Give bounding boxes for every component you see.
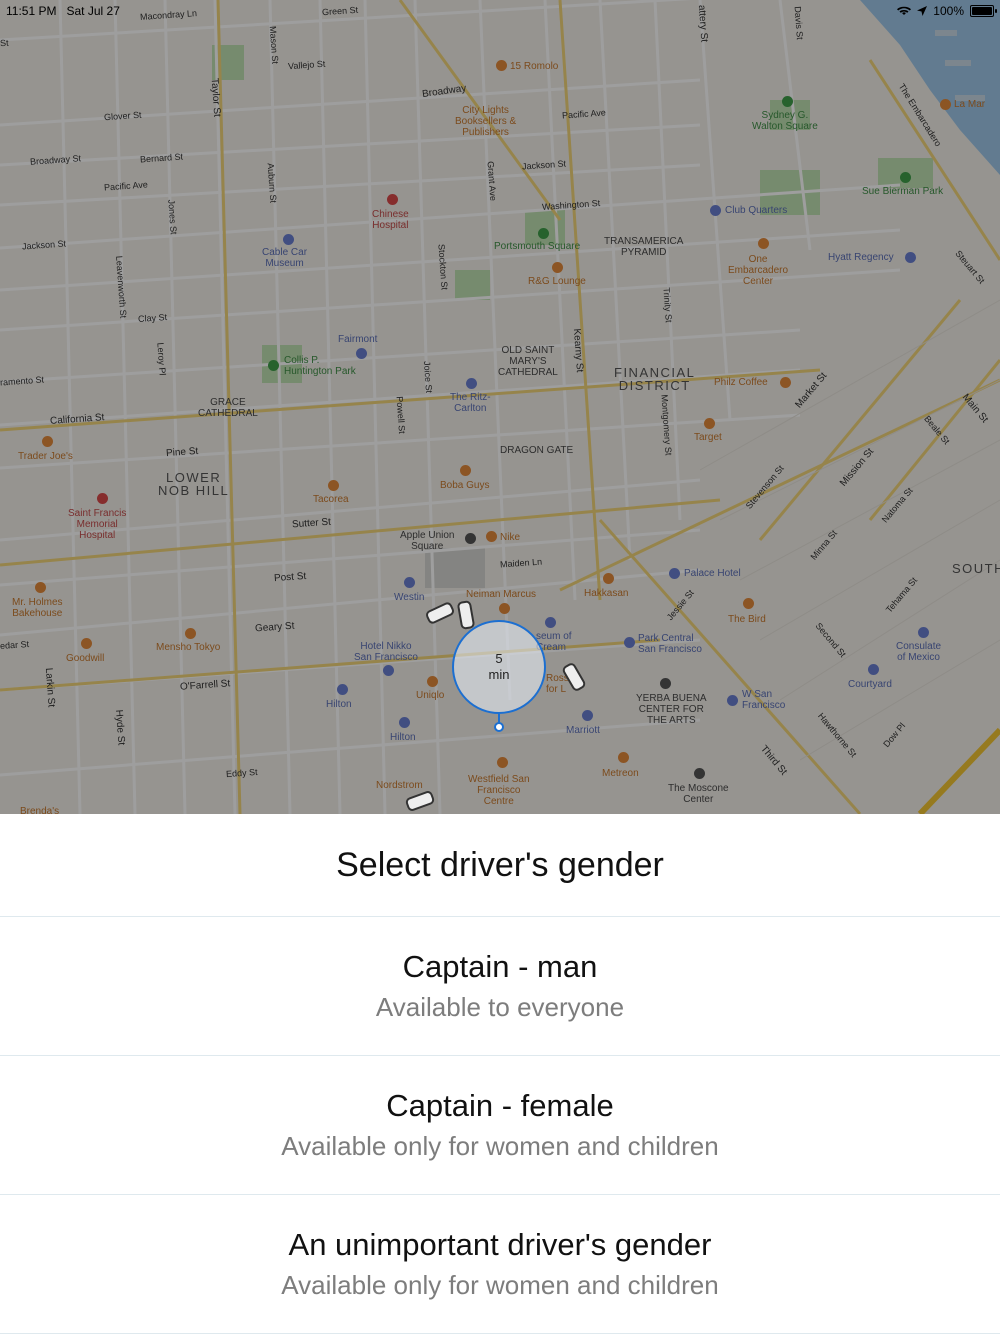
option-unimportant-gender[interactable]: An unimportant driver's gender Available… [0,1195,1000,1334]
street-st: St [0,37,9,49]
poi-trader-joes[interactable]: Trader Joe's [18,451,73,462]
poi-one-embarcadero[interactable]: One Embarcadero Center [728,254,788,287]
poi-old-saint-marys[interactable]: OLD SAINT MARY'S CATHEDRAL [498,345,558,378]
poi-mr-holmes[interactable]: Mr. Holmes Bakehouse [12,597,63,619]
eta-unit: min [488,667,510,682]
sheet-title: Select driver's gender [0,814,1000,917]
poi-westin[interactable]: Westin [394,592,424,603]
poi-grace-cathedral[interactable]: GRACE CATHEDRAL [198,397,258,419]
poi-uniqlo[interactable]: Uniqlo [416,690,444,701]
poi-neiman-marcus[interactable]: Neiman Marcus [466,589,536,600]
poi-the-bird[interactable]: The Bird [728,614,766,625]
poi-cable-car-museum[interactable]: Cable Car Museum [262,247,307,269]
poi-moscone[interactable]: The Moscone Center [668,783,729,805]
location-arrow-icon [917,6,928,16]
battery-percent: 100% [933,4,964,18]
option-captain-female[interactable]: Captain - female Available only for wome… [0,1056,1000,1195]
poi-apple-union-square[interactable]: Apple Union Square [400,530,454,552]
poi-marriott[interactable]: Marriott [566,725,600,736]
poi-dragon-gate[interactable]: DRAGON GATE [500,445,573,456]
poi-portsmouth-square[interactable]: Portsmouth Square [494,241,580,252]
poi-brendas[interactable]: Brenda's [20,806,59,814]
poi-la-mar[interactable]: La Mar [954,99,985,110]
poi-hakkasan[interactable]: Hakkasan [584,588,628,599]
district-lower-nob-hill: LOWER NOB HILL [158,470,230,498]
poi-yerba-buena[interactable]: YERBA BUENA CENTER FOR THE ARTS [636,693,707,726]
street-clay: Clay St [137,312,168,324]
eta-value: 5 [495,651,503,666]
option-subtitle: Available to everyone [375,992,625,1022]
poi-club-quarters[interactable]: Club Quarters [725,205,787,216]
pickup-location-dot [494,722,504,732]
poi-courtyard[interactable]: Courtyard [848,679,892,690]
poi-15-romolo[interactable]: 15 Romolo [510,61,558,72]
poi-sue-bierman[interactable]: Sue Bierman Park [862,186,943,197]
poi-park-central[interactable]: Park Central San Francisco [638,633,702,655]
poi-goodwill[interactable]: Goodwill [66,653,104,664]
poi-w-san-francisco[interactable]: W San Francisco [742,689,785,711]
poi-collis-park[interactable]: Collis P. Huntington Park [284,355,356,377]
poi-hilton-2[interactable]: Hilton [390,732,416,743]
poi-mensho-tokyo[interactable]: Mensho Tokyo [156,642,220,653]
status-bar: 11:51 PM Sat Jul 27 100% [0,0,1000,22]
pickup-eta-bubble[interactable]: 5 min [452,620,546,714]
map-view[interactable]: 15 Romolo City Lights Booksellers & Publ… [0,0,1000,814]
street-cedar: edar St [0,638,30,652]
option-title: An unimportant driver's gender [288,1227,712,1262]
poi-chinese-hospital[interactable]: Chinese Hospital [372,209,409,231]
street-post: Post St [273,570,307,585]
poi-rg-lounge[interactable]: R&G Lounge [528,276,586,287]
option-captain-man[interactable]: Captain - man Available to everyone [0,917,1000,1056]
option-subtitle: Available only for women and children [281,1270,719,1300]
poi-westfield[interactable]: Westfield San Francisco Centre [468,774,530,807]
poi-metreon[interactable]: Metreon [602,768,639,779]
poi-hilton-1[interactable]: Hilton [326,699,352,710]
poi-sydney-walton[interactable]: Sydney G. Walton Square [752,110,818,132]
poi-hotel-nikko[interactable]: Hotel Nikko San Francisco [354,641,418,663]
poi-nike[interactable]: Nike [500,532,520,543]
poi-tacorea[interactable]: Tacorea [313,494,349,505]
district-financial: FINANCIAL DISTRICT [614,365,696,393]
poi-boba-guys[interactable]: Boba Guys [440,480,489,491]
street-joice: Joice St [421,360,435,394]
status-date: Sat Jul 27 [66,4,120,18]
street-pine: Pine St [165,445,199,460]
district-south: SOUTH [952,561,1000,576]
battery-icon [970,5,997,17]
option-title: Captain - female [386,1088,614,1123]
poi-target[interactable]: Target [694,432,722,443]
poi-consulate-mexico[interactable]: Consulate of Mexico [896,641,941,663]
poi-city-lights[interactable]: City Lights Booksellers & Publishers [455,105,516,138]
poi-nordstrom[interactable]: Nordstrom [376,780,423,791]
wifi-icon [897,6,912,15]
option-title: Captain - man [402,949,598,984]
driver-gender-sheet: Select driver's gender Captain - man Ava… [0,814,1000,1334]
poi-palace-hotel[interactable]: Palace Hotel [684,568,741,579]
poi-transamerica[interactable]: TRANSAMERICA PYRAMID [604,236,683,258]
poi-hyatt-regency[interactable]: Hyatt Regency [828,252,894,263]
poi-philz-coffee[interactable]: Philz Coffee [714,377,768,388]
poi-saint-francis[interactable]: Saint Francis Memorial Hospital [68,508,126,541]
poi-ritz-carlton[interactable]: The Ritz- Carlton [450,392,491,414]
poi-fairmont[interactable]: Fairmont [338,334,377,345]
option-subtitle: Available only for women and children [281,1131,719,1161]
status-time: 11:51 PM Sat Jul 27 [6,4,120,18]
